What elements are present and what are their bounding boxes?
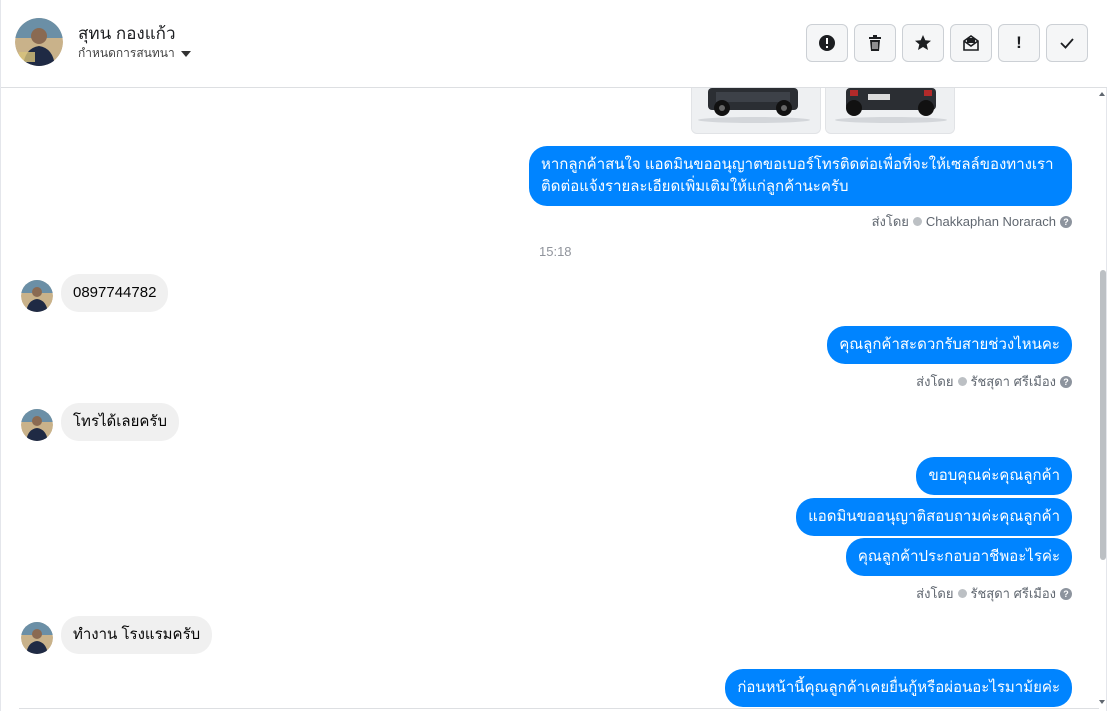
sender-name: Chakkaphan Norarach: [925, 214, 1056, 229]
contact-avatar[interactable]: [15, 18, 63, 66]
follow-up-button[interactable]: !: [998, 24, 1040, 62]
sender-status-icon: [912, 217, 922, 226]
sender-status-icon: [957, 589, 967, 598]
outgoing-message-bubble[interactable]: คุณลูกค้าสะดวกรับสายช่วงไหนคะ: [827, 326, 1072, 364]
messenger-frame: สุทน กองแก้ว กำหนดการสนทนา ! หากลูกค้าสน…: [0, 0, 1107, 711]
done-icon: [1060, 38, 1074, 49]
trash-icon: [869, 35, 881, 51]
conversation-toolbar: !: [806, 24, 1088, 62]
outgoing-message-bubble[interactable]: ก่อนหน้านี้คุณลูกค้าเคยยื่นกู้หรือผ่อนอะ…: [725, 669, 1072, 707]
outgoing-message-bubble[interactable]: ขอบคุณค่ะคุณลูกค้า: [916, 457, 1072, 495]
help-icon[interactable]: ?: [1060, 587, 1072, 600]
outgoing-message-bubble[interactable]: คุณลูกค้าประกอบอาชีพอะไรค่ะ: [845, 538, 1072, 576]
star-icon: [915, 35, 931, 50]
contact-name: สุทน กองแก้ว: [78, 24, 176, 43]
outgoing-message-bubble[interactable]: แอดมินขออนุญาติสอบถามค่ะคุณลูกค้า: [796, 498, 1072, 536]
spam-icon: [819, 35, 835, 51]
message-thread[interactable]: หากลูกค้าสนใจ แอดมินขออนุญาตขอเบอร์โทรติ…: [1, 88, 1107, 711]
follow-up-icon: !: [1016, 33, 1022, 52]
car-image-thumbnail[interactable]: [825, 88, 955, 134]
composer-divider: [19, 708, 1099, 709]
sender-name: รัชสุดา ศรีเมือง: [970, 374, 1057, 389]
conversation-header: สุทน กองแก้ว กำหนดการสนทนา !: [1, 0, 1107, 88]
help-icon[interactable]: ?: [1060, 375, 1072, 388]
assign-conversation-dropdown[interactable]: กำหนดการสนทนา: [78, 44, 191, 63]
image-attachments: [691, 88, 955, 134]
message-timestamp: 15:18: [539, 244, 572, 259]
mark-unread-button[interactable]: [950, 24, 992, 62]
sent-by-label: ส่งโดย รัชสุดา ศรีเมือง ?: [916, 583, 1072, 604]
mark-done-button[interactable]: [1046, 24, 1088, 62]
chat-scrollbar[interactable]: [1100, 270, 1106, 560]
sent-by-prefix: ส่งโดย: [916, 586, 954, 601]
help-icon[interactable]: ?: [1060, 215, 1072, 228]
mark-unread-icon: [963, 35, 979, 51]
contact-avatar-small: [21, 280, 53, 312]
incoming-message-bubble[interactable]: ทำงาน โรงแรมครับ: [61, 616, 213, 654]
sent-by-label: ส่งโดย Chakkaphan Norarach ?: [872, 211, 1072, 232]
contact-avatar-small: [21, 622, 53, 654]
sender-status-icon: [957, 377, 967, 386]
assign-conversation-label: กำหนดการสนทนา: [78, 46, 175, 60]
mark-spam-button[interactable]: [806, 24, 848, 62]
sent-by-prefix: ส่งโดย: [916, 374, 954, 389]
delete-button[interactable]: [854, 24, 896, 62]
contact-avatar-small: [21, 409, 53, 441]
car-image-thumbnail[interactable]: [691, 88, 821, 134]
sent-by-label: ส่งโดย รัชสุดา ศรีเมือง ?: [916, 371, 1072, 392]
scroll-up-arrow-icon[interactable]: [1099, 92, 1105, 96]
incoming-message-bubble[interactable]: 0897744782: [61, 274, 169, 312]
outgoing-message-bubble[interactable]: หากลูกค้าสนใจ แอดมินขออนุญาตขอเบอร์โทรติ…: [529, 146, 1072, 206]
incoming-message-bubble[interactable]: โทรได้เลยครับ: [61, 403, 180, 441]
scroll-down-arrow-icon[interactable]: [1099, 700, 1105, 704]
star-button[interactable]: [902, 24, 944, 62]
sent-by-prefix: ส่งโดย: [871, 214, 909, 229]
caret-down-icon: [180, 50, 191, 57]
sender-name: รัชสุดา ศรีเมือง: [970, 586, 1057, 601]
